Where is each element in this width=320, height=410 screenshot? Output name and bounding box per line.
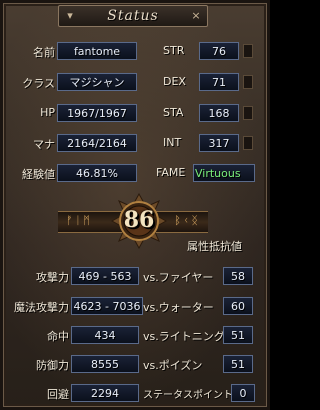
evasion-value: 2294 bbox=[71, 384, 139, 402]
class-value: マジシャン bbox=[57, 73, 137, 91]
defense-value: 8555 bbox=[71, 355, 139, 373]
str-label: STR bbox=[163, 44, 185, 57]
dex-value: 71 bbox=[199, 73, 239, 91]
lightning-resist-label: vs.ライトニング bbox=[143, 330, 225, 343]
resistance-header: 属性抵抗値 bbox=[187, 240, 242, 253]
water-resist-value: 60 bbox=[223, 297, 253, 315]
fire-resist-value: 58 bbox=[223, 267, 253, 285]
attack-value: 469 - 563 bbox=[71, 267, 139, 285]
status-points-label: ステータスポイント bbox=[143, 390, 233, 401]
exp-label: 経験値 bbox=[22, 168, 55, 181]
mana-label: マナ bbox=[33, 138, 55, 151]
close-icon[interactable]: × bbox=[189, 9, 203, 23]
sta-plus-button[interactable] bbox=[243, 106, 253, 120]
int-plus-button[interactable] bbox=[243, 136, 253, 150]
poison-resist-label: vs.ポイズン bbox=[143, 359, 203, 372]
sta-value: 168 bbox=[199, 104, 239, 122]
hit-label: 命中 bbox=[47, 330, 69, 343]
magic-attack-label: 魔法攻撃力 bbox=[14, 301, 69, 314]
evasion-label: 回避 bbox=[47, 388, 69, 401]
fame-value: Virtuous bbox=[193, 164, 255, 182]
status-window: ▾ Status × 名前 fantome クラス マジシャン HP 1967/… bbox=[0, 0, 270, 410]
status-points-value: 0 bbox=[231, 384, 255, 402]
dex-label: DEX bbox=[163, 75, 186, 88]
rune-decoration-left: ᚠᛁᛗ bbox=[66, 214, 92, 227]
fire-resist-label: vs.ファイヤー bbox=[143, 271, 214, 284]
name-label: 名前 bbox=[33, 46, 55, 59]
defense-label: 防御力 bbox=[36, 359, 69, 372]
hp-label: HP bbox=[40, 106, 55, 119]
int-value: 317 bbox=[199, 134, 239, 152]
rune-decoration-right: ᛒᚲᛝ bbox=[174, 214, 200, 227]
window-title: Status bbox=[107, 8, 159, 24]
hp-value: 1967/1967 bbox=[57, 104, 137, 122]
magic-attack-value: 4623 - 7036 bbox=[71, 297, 143, 315]
poison-resist-value: 51 bbox=[223, 355, 253, 373]
dex-plus-button[interactable] bbox=[243, 75, 253, 89]
level-number: 86 bbox=[123, 207, 155, 233]
str-plus-button[interactable] bbox=[243, 44, 253, 58]
mana-value: 2164/2164 bbox=[57, 134, 137, 152]
title-bar[interactable]: ▾ Status × bbox=[58, 5, 208, 27]
attack-label: 攻撃力 bbox=[36, 271, 69, 284]
exp-value: 46.81% bbox=[57, 164, 137, 182]
int-label: INT bbox=[163, 136, 182, 149]
lightning-resist-value: 51 bbox=[223, 326, 253, 344]
str-value: 76 bbox=[199, 42, 239, 60]
sta-label: STA bbox=[163, 106, 184, 119]
fame-label: FAME bbox=[156, 166, 186, 179]
hit-value: 434 bbox=[71, 326, 139, 344]
water-resist-label: vs.ウォーター bbox=[143, 301, 214, 314]
name-value: fantome bbox=[57, 42, 137, 60]
class-label: クラス bbox=[22, 77, 55, 90]
